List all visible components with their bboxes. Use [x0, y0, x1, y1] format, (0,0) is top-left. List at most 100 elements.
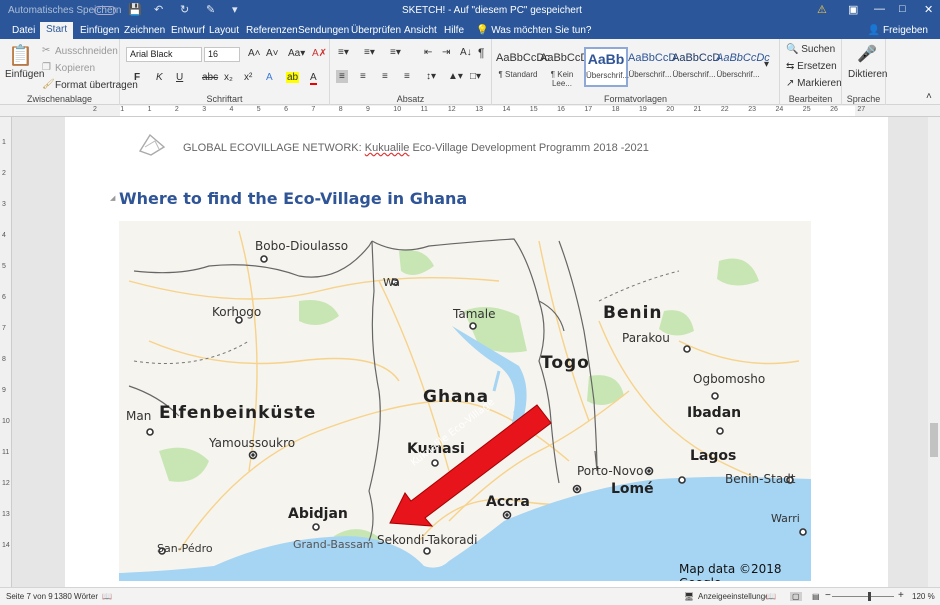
tellme-search[interactable]: 💡 Was möchten Sie tun?: [470, 23, 597, 39]
ruler-tick: 23: [748, 106, 756, 113]
share-button[interactable]: 👤 Freigeben: [868, 25, 928, 36]
copy-icon[interactable]: ❐: [42, 62, 51, 73]
show-marks-icon[interactable]: ¶: [478, 46, 484, 60]
print-layout-icon[interactable]: ▢: [790, 592, 802, 601]
web-layout-icon[interactable]: ▤: [812, 592, 820, 601]
borders-icon[interactable]: □▾: [470, 71, 481, 82]
maximize-icon[interactable]: □: [899, 3, 906, 15]
cut-button[interactable]: Ausschneiden: [55, 46, 118, 57]
draw-icon[interactable]: ✎: [206, 3, 215, 16]
vertical-ruler[interactable]: 1 2 3 4 5 6 7 8 9 10 11 12 13 14: [0, 117, 12, 587]
microphone-icon[interactable]: 🎤: [857, 44, 877, 64]
dictate-button[interactable]: Diktieren: [848, 69, 887, 80]
warning-icon[interactable]: ⚠: [817, 3, 827, 16]
change-case-icon[interactable]: Aa▾: [288, 48, 305, 59]
superscript-icon[interactable]: x²: [244, 72, 252, 83]
numbering-icon[interactable]: ≡▾: [364, 47, 375, 58]
close-icon[interactable]: ✕: [924, 3, 933, 16]
styles-more-icon[interactable]: ▾: [764, 59, 769, 70]
ghana-map[interactable]: Elfenbeinküste Ghana Togo Benin Bobo-Dio…: [119, 221, 811, 581]
ruler-tick: 25: [802, 106, 811, 113]
undo-icon[interactable]: ↶: [154, 3, 163, 16]
grow-font-icon[interactable]: A˄: [248, 48, 261, 59]
style-heading-4[interactable]: AaBbCcDc Überschrif...: [716, 47, 770, 87]
multilevel-list-icon[interactable]: ≡▾: [390, 47, 401, 58]
clear-formatting-icon[interactable]: A✗: [312, 48, 327, 59]
paste-icon[interactable]: 📋: [8, 43, 33, 68]
style-heading-2[interactable]: AaBbCcD Überschrif...: [628, 47, 676, 87]
decrease-indent-icon[interactable]: ⇤: [424, 47, 432, 58]
page-count[interactable]: Seite 7 von 9: [6, 592, 53, 601]
text-effects-icon[interactable]: A: [266, 72, 273, 83]
display-settings-button[interactable]: Anzeigeeinstellungen: [698, 592, 774, 601]
align-center-icon[interactable]: ≡: [360, 71, 366, 82]
zoom-slider-knob[interactable]: [868, 592, 871, 601]
tab-file[interactable]: Datei: [6, 23, 41, 39]
tab-view[interactable]: Ansicht: [398, 23, 443, 39]
document-page[interactable]: GLOBAL ECOVILLAGE NETWORK: Kukualile Eco…: [65, 117, 888, 587]
format-painter-icon[interactable]: 🖌: [42, 79, 55, 90]
sort-icon[interactable]: A↓: [460, 47, 472, 58]
style-name: ¶ Kein Lee...: [550, 70, 574, 88]
shrink-font-icon[interactable]: A˅: [266, 48, 279, 59]
highlight-icon[interactable]: ab: [286, 72, 300, 83]
align-right-icon[interactable]: ≡: [382, 71, 388, 82]
copy-button[interactable]: Kopieren: [55, 63, 95, 74]
minimize-icon[interactable]: —: [874, 3, 885, 15]
zoom-slider[interactable]: [832, 592, 894, 601]
cut-icon[interactable]: ✂: [42, 45, 50, 56]
collapse-heading-icon[interactable]: ◢: [110, 194, 115, 202]
subscript-icon[interactable]: x₂: [224, 72, 233, 83]
bullets-icon[interactable]: ≡▾: [338, 47, 349, 58]
font-color-icon[interactable]: A: [310, 72, 317, 85]
replace-button[interactable]: ⇆ Ersetzen: [786, 61, 837, 72]
city-label: Porto-Novo: [577, 464, 644, 478]
tab-home[interactable]: Start: [40, 22, 74, 39]
vertical-scrollbar[interactable]: [928, 117, 940, 587]
style-heading-1[interactable]: AaBb Überschrif...: [584, 47, 629, 87]
bold-button[interactable]: F: [134, 72, 140, 83]
style-heading-3[interactable]: AaBbCcD Überschrif...: [672, 47, 720, 87]
zoom-out-button[interactable]: −: [825, 590, 831, 601]
redo-icon[interactable]: ↻: [180, 3, 189, 16]
read-mode-icon[interactable]: 📖: [766, 592, 776, 601]
italic-button[interactable]: K: [156, 72, 163, 83]
paste-button[interactable]: Einfügen: [5, 69, 44, 80]
tab-help[interactable]: Hilfe: [438, 23, 470, 39]
justify-icon[interactable]: ≡: [404, 71, 410, 82]
ruler-tick: 14: [502, 106, 511, 113]
proofing-icon[interactable]: 📖: [102, 592, 112, 601]
display-settings-icon[interactable]: 🖥: [684, 592, 694, 601]
shading-icon[interactable]: ▲▾: [448, 71, 463, 82]
find-button[interactable]: 🔍 Suchen: [786, 44, 835, 55]
zoom-in-button[interactable]: +: [898, 590, 904, 601]
city-label: Korhogo: [212, 305, 262, 319]
align-left-icon[interactable]: ≡: [336, 70, 348, 83]
ruler-tick: 2: [174, 106, 179, 113]
strikethrough-icon[interactable]: abc: [202, 72, 218, 83]
font-size-field[interactable]: 16: [204, 47, 240, 62]
style-standard[interactable]: AaBbCcDc ¶ Standard: [496, 47, 550, 87]
tab-layout[interactable]: Layout: [203, 23, 245, 39]
increase-indent-icon[interactable]: ⇥: [442, 47, 450, 58]
line-spacing-icon[interactable]: ↕▾: [426, 71, 436, 82]
header-prefix: GLOBAL ECOVILLAGE NETWORK:: [183, 142, 365, 154]
save-icon[interactable]: 💾: [128, 3, 142, 16]
underline-button[interactable]: U: [176, 72, 183, 83]
customize-quickaccess-icon[interactable]: ▾: [232, 3, 238, 16]
collapse-ribbon-icon[interactable]: ˄: [926, 91, 932, 102]
ruler-tick: 15: [529, 106, 538, 113]
horizontal-ruler[interactable]: 2 1 1 2 3 4 5 6 7 8 9 10 11 12 13 14 15 16 17 18 19 20 21 22 23 2…: [0, 105, 940, 117]
scrollbar-thumb[interactable]: [930, 423, 938, 457]
select-button[interactable]: ↗ Markieren: [786, 78, 842, 89]
city-label: Grand-Bassam: [293, 538, 374, 551]
ribbon-display-icon[interactable]: ▣: [848, 3, 858, 16]
font-name-field[interactable]: Arial Black: [126, 47, 202, 62]
styles-group: AaBbCcDc ¶ Standard AaBbCcDc ¶ Kein Lee...…: [492, 39, 780, 105]
autosave-toggle[interactable]: [94, 6, 116, 15]
style-preview: AaBbCcDc: [540, 52, 594, 64]
zoom-level[interactable]: 120 %: [912, 592, 935, 601]
word-count[interactable]: 1380 Wörter: [54, 592, 98, 601]
style-no-spacing[interactable]: AaBbCcDc ¶ Kein Lee...: [540, 47, 594, 88]
tab-draw[interactable]: Zeichnen: [118, 23, 171, 39]
